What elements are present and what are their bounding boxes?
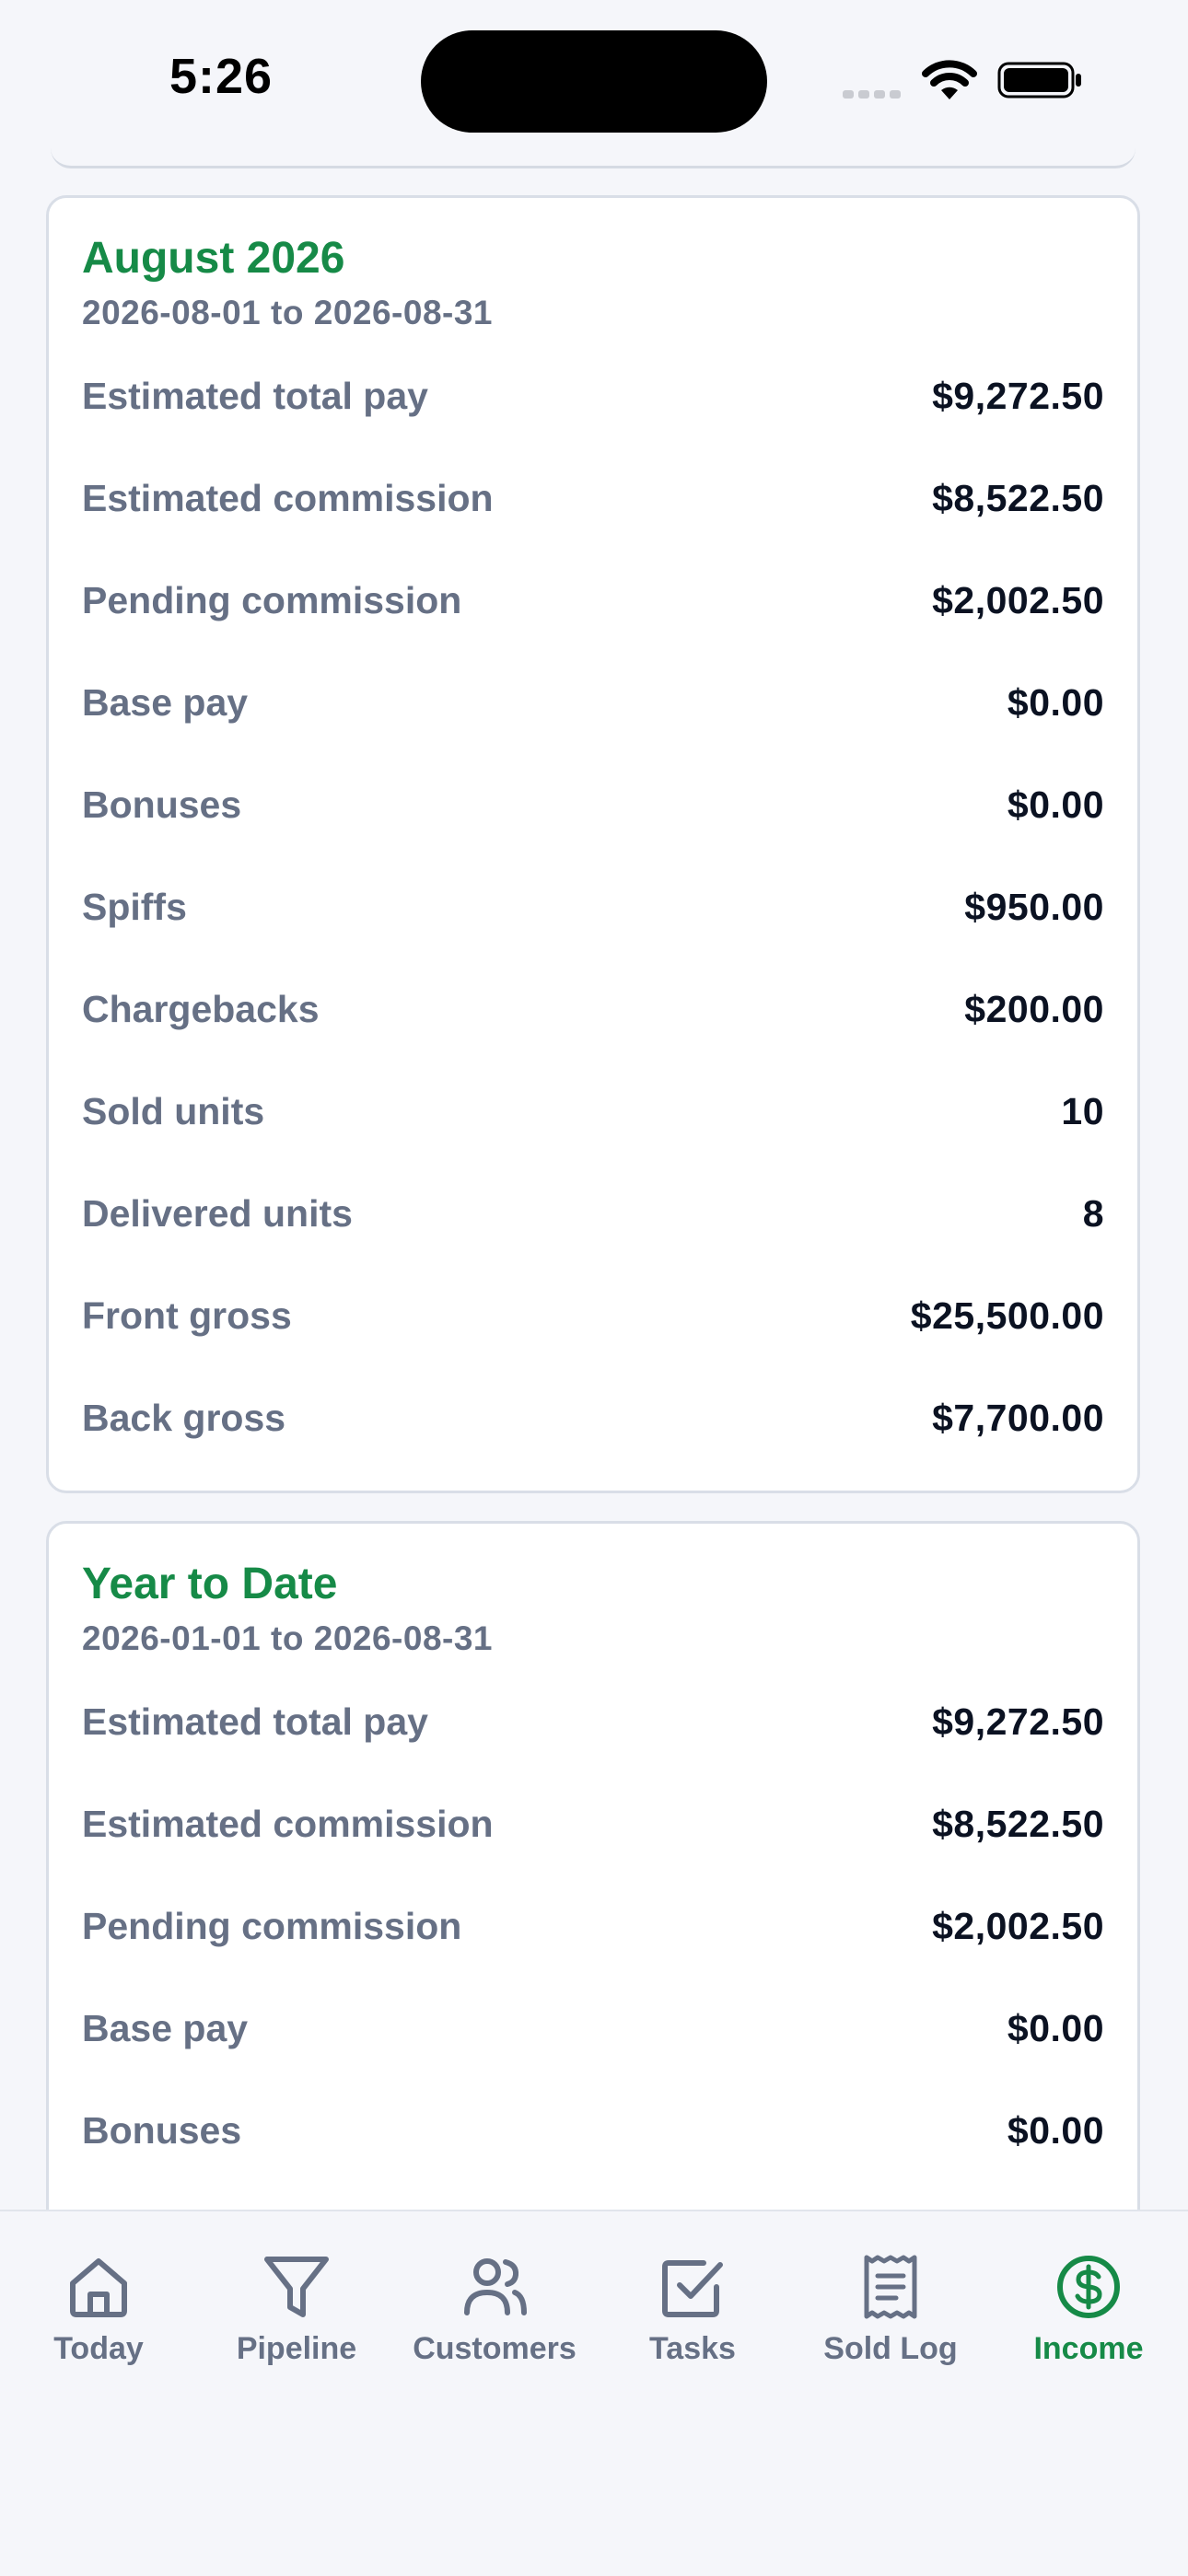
cellular-signal-icon — [843, 87, 905, 103]
tab-bar: Today Pipeline Customers Tasks Sold Log — [0, 2210, 1188, 2576]
stat-value: $0.00 — [1007, 783, 1104, 826]
stat-row: Spiffs $950.00 — [82, 886, 1104, 941]
tab-label: Tasks — [649, 2331, 736, 2366]
stat-label: Base pay — [82, 681, 249, 724]
stat-row: Bonuses $0.00 — [82, 2109, 1104, 2164]
stat-label: Chargebacks — [82, 988, 320, 1030]
users-icon — [464, 2258, 527, 2315]
stat-value: $9,272.50 — [932, 375, 1104, 417]
stat-row: Delivered units 8 — [82, 1192, 1104, 1247]
stat-label: Spiffs — [82, 886, 187, 928]
stat-value: $2,002.50 — [932, 579, 1104, 621]
tab-sold-log[interactable]: Sold Log — [798, 2250, 983, 2367]
stat-row: Estimated total pay $9,272.50 — [82, 1700, 1104, 1756]
check-square-icon — [662, 2260, 723, 2317]
stat-row: Base pay $0.00 — [82, 2007, 1104, 2062]
stat-value: $200.00 — [964, 988, 1104, 1030]
tab-label: Pipeline — [236, 2331, 357, 2366]
stat-value: $7,700.00 — [932, 1397, 1104, 1439]
stat-row: Pending commission $2,002.50 — [82, 579, 1104, 634]
wifi-icon — [922, 60, 977, 99]
stat-row: Front gross $25,500.00 — [82, 1294, 1104, 1350]
tab-label: Sold Log — [823, 2331, 958, 2366]
stat-row: Estimated commission $8,522.50 — [82, 477, 1104, 532]
stat-value: $8,522.50 — [932, 477, 1104, 519]
dollar-circle-icon — [1057, 2256, 1120, 2318]
stat-label: Pending commission — [82, 1905, 462, 1947]
stat-value: $8,522.50 — [932, 1803, 1104, 1845]
tab-label: Customers — [413, 2331, 577, 2366]
stat-row: Bonuses $0.00 — [82, 783, 1104, 839]
tab-tasks[interactable]: Tasks — [600, 2250, 785, 2367]
card-title: Year to Date — [82, 1560, 338, 1608]
stat-label: Estimated commission — [82, 477, 494, 519]
stat-value: $2,002.50 — [932, 1905, 1104, 1947]
filter-icon — [264, 2257, 329, 2317]
stat-label: Base pay — [82, 2007, 249, 2049]
stat-value: $950.00 — [964, 886, 1104, 928]
card-title: August 2026 — [82, 234, 345, 283]
tab-label: Income — [1033, 2331, 1144, 2366]
tab-label: Today — [53, 2331, 144, 2366]
stat-value: $0.00 — [1007, 2109, 1104, 2152]
tab-customers[interactable]: Customers — [402, 2250, 587, 2367]
stat-label: Bonuses — [82, 783, 242, 826]
income-card-month: August 2026 2026-08-01 to 2026-08-31 Est… — [46, 195, 1140, 1493]
stat-label: Estimated total pay — [82, 1700, 428, 1743]
tab-income[interactable]: Income — [996, 2250, 1181, 2367]
stat-label: Back gross — [82, 1397, 286, 1439]
stat-value: $25,500.00 — [910, 1294, 1104, 1337]
stat-row: Pending commission $2,002.50 — [82, 1905, 1104, 1960]
stat-label: Sold units — [82, 1090, 265, 1132]
stat-label: Estimated total pay — [82, 375, 428, 417]
stat-row: Back gross $7,700.00 — [82, 1397, 1104, 1452]
stat-row: Estimated commission $8,522.50 — [82, 1803, 1104, 1858]
stat-row: Chargebacks $200.00 — [82, 988, 1104, 1043]
battery-icon — [997, 62, 1081, 99]
status-time: 5:26 — [169, 49, 274, 104]
card-date-range: 2026-01-01 to 2026-08-31 — [82, 1619, 494, 1657]
tab-pipeline[interactable]: Pipeline — [204, 2250, 389, 2367]
stat-label: Bonuses — [82, 2109, 242, 2152]
stat-label: Estimated commission — [82, 1803, 494, 1845]
stat-row: Sold units 10 — [82, 1090, 1104, 1145]
stat-label: Delivered units — [82, 1192, 353, 1235]
tab-today[interactable]: Today — [6, 2250, 191, 2367]
stat-row: Base pay $0.00 — [82, 681, 1104, 737]
stat-value: $9,272.50 — [932, 1700, 1104, 1743]
stat-label: Pending commission — [82, 579, 462, 621]
stat-value: 8 — [1082, 1192, 1104, 1235]
receipt-icon — [864, 2255, 917, 2319]
stat-value: $0.00 — [1007, 2007, 1104, 2049]
stat-label: Front gross — [82, 1294, 292, 1337]
home-icon — [70, 2258, 127, 2317]
previous-card-edge — [51, 110, 1136, 168]
stat-value: 10 — [1061, 1090, 1104, 1132]
stat-row: Estimated total pay $9,272.50 — [82, 375, 1104, 430]
card-date-range: 2026-08-01 to 2026-08-31 — [82, 294, 494, 331]
stat-value: $0.00 — [1007, 681, 1104, 724]
